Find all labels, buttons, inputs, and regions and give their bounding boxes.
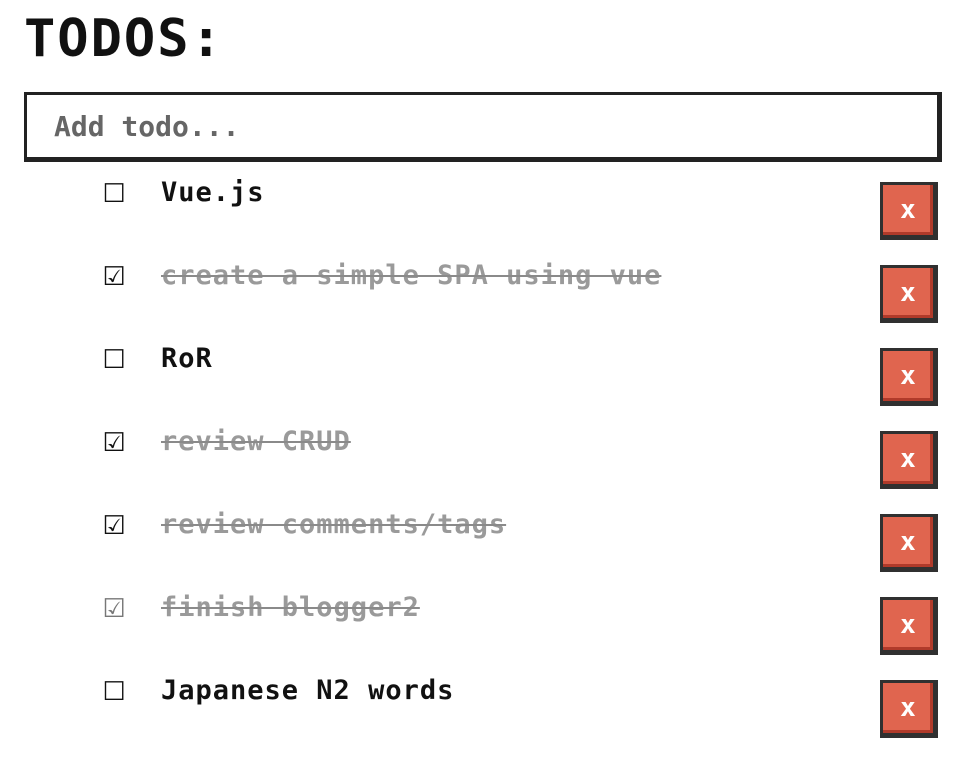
todo-item: ☐ RoR x: [0, 336, 972, 419]
delete-todo-button[interactable]: x: [880, 514, 938, 572]
todo-item: ☐ Japanese N2 words x: [0, 668, 972, 751]
todo-checkbox[interactable]: ☐: [101, 346, 127, 374]
todo-item: ☑ review comments/tags x: [0, 502, 972, 585]
delete-todo-button[interactable]: x: [880, 597, 938, 655]
todo-text: Japanese N2 words: [161, 675, 455, 706]
todo-text: review CRUD: [161, 426, 351, 457]
delete-todo-button[interactable]: x: [880, 348, 938, 406]
todo-checkbox[interactable]: ☑: [101, 429, 127, 457]
todo-checkbox[interactable]: ☑: [101, 595, 127, 623]
todo-item: ☐ Vue.js x: [0, 170, 972, 253]
delete-todo-button[interactable]: x: [880, 680, 938, 738]
todo-text: Vue.js: [161, 177, 265, 208]
delete-todo-button[interactable]: x: [880, 431, 938, 489]
delete-todo-button[interactable]: x: [880, 265, 938, 323]
todo-text: review comments/tags: [161, 509, 507, 540]
todo-checkbox[interactable]: ☑: [101, 512, 127, 540]
todo-list: ☐ Vue.js x ☑ create a simple SPA using v…: [0, 170, 972, 751]
todo-item: ☑ create a simple SPA using vue x: [0, 253, 972, 336]
todo-checkbox[interactable]: ☐: [101, 180, 127, 208]
todo-item: ☑ finish blogger2 x: [0, 585, 972, 668]
todo-text: create a simple SPA using vue: [161, 260, 662, 291]
todo-item: ☑ review CRUD x: [0, 419, 972, 502]
add-todo-input[interactable]: [24, 92, 942, 162]
todo-text: RoR: [161, 343, 213, 374]
todo-checkbox[interactable]: ☑: [101, 263, 127, 291]
delete-todo-button[interactable]: x: [880, 182, 938, 240]
todo-text: finish blogger2: [161, 592, 420, 623]
page-title: TODOS:: [24, 9, 224, 69]
todo-checkbox[interactable]: ☐: [101, 678, 127, 706]
